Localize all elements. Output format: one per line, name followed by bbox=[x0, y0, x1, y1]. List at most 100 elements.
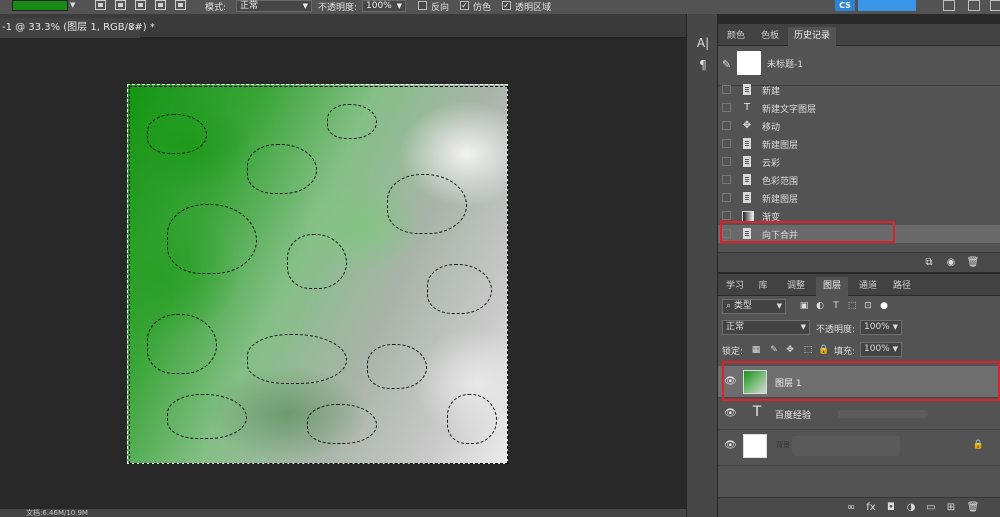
canvas-area[interactable] bbox=[0, 39, 686, 509]
layer-opacity-field[interactable]: 100% ▼ bbox=[860, 320, 902, 335]
shape-filter-icon[interactable]: ⬚ bbox=[846, 300, 858, 312]
history-item[interactable]: ✥ 移动 bbox=[718, 117, 1000, 135]
layer-filter-dropdown[interactable]: ⌕ 类型 ▼ bbox=[722, 299, 786, 314]
layer-blend-row: 正常 ▼ 不透明度: 100% ▼ bbox=[718, 318, 1000, 338]
workspace-dropdown-icon[interactable] bbox=[990, 0, 1000, 11]
pixel-filter-icon[interactable]: ▣ bbox=[798, 300, 810, 312]
gradient-reflected-icon[interactable] bbox=[155, 0, 166, 10]
layer-opacity-value: 100% bbox=[864, 322, 890, 332]
dither-checkbox[interactable]: ✓ bbox=[460, 1, 469, 10]
transparency-label: 透明区域 bbox=[515, 3, 552, 13]
cloud-badge[interactable]: CS bbox=[835, 0, 855, 11]
history-state-checkbox[interactable] bbox=[722, 139, 731, 148]
chevron-down-icon: ▼ bbox=[302, 2, 308, 10]
gradient-angle-icon[interactable] bbox=[135, 0, 146, 10]
tab-adjustments[interactable]: 调整 bbox=[780, 277, 812, 296]
eye-icon[interactable]: 👁 bbox=[724, 408, 737, 419]
history-state-checkbox[interactable] bbox=[722, 85, 731, 94]
trash-icon[interactable]: 🗑 bbox=[966, 256, 980, 270]
reverse-checkbox[interactable] bbox=[418, 1, 427, 10]
history-state-checkbox[interactable] bbox=[722, 103, 731, 112]
tab-swatches[interactable]: 色板 bbox=[754, 27, 786, 46]
history-item[interactable]: 云彩 bbox=[718, 153, 1000, 171]
filter-toggle-icon[interactable]: ● bbox=[878, 300, 890, 312]
foreground-color-swatch[interactable] bbox=[12, 0, 68, 11]
new-document-from-state-icon[interactable]: ⧉ bbox=[922, 256, 936, 270]
smart-object-filter-icon[interactable]: ⊡ bbox=[862, 300, 874, 312]
history-brush-icon[interactable]: ✎ bbox=[722, 58, 731, 71]
lock-image-pixels-icon[interactable]: ✎ bbox=[768, 344, 780, 356]
gradient-linear-icon[interactable] bbox=[95, 0, 106, 10]
opacity-label: 不透明度: bbox=[318, 3, 358, 13]
fill-field[interactable]: 100% ▼ bbox=[860, 342, 902, 357]
link-layers-icon[interactable]: ∞ bbox=[844, 501, 858, 515]
new-group-icon[interactable]: ▭ bbox=[924, 501, 938, 515]
highlight-box bbox=[720, 221, 895, 243]
lock-all-icon[interactable]: 🔒 bbox=[818, 344, 830, 356]
gradient-diamond-icon[interactable] bbox=[175, 0, 186, 10]
history-snapshot[interactable]: ✎ 未标题-1 bbox=[718, 46, 1000, 86]
history-item[interactable]: T 新建文字图层 bbox=[718, 99, 1000, 117]
search-icon[interactable] bbox=[943, 0, 955, 11]
history-item[interactable]: 新建图层 bbox=[718, 135, 1000, 153]
status-bar: 文档:6.46M/10.9M bbox=[0, 509, 686, 517]
layers-panel-footer: ∞ fx ◘ ◑ ▭ ⊞ 🗑 bbox=[718, 497, 1000, 517]
layers-panel: 学习 库 调整 图层 通道 路径 ⌕ 类型 ▼ ▣ ◐ T ⬚ ⊡ ● 正常 ▼… bbox=[718, 274, 1000, 517]
layer-name[interactable]: 背景 bbox=[776, 440, 790, 450]
document-tab[interactable]: -1 @ 33.3% (图层 1, RGB/8#) * × bbox=[0, 18, 155, 38]
tab-learn[interactable]: 学习 bbox=[720, 277, 750, 296]
mode-dropdown[interactable]: 正常 ▼ bbox=[236, 0, 312, 12]
tab-libraries[interactable]: 库 bbox=[752, 277, 774, 296]
layer-row[interactable]: 👁 背景 🔒 bbox=[718, 430, 1000, 466]
history-item[interactable]: 新建 bbox=[718, 81, 1000, 99]
lock-artboard-icon[interactable]: ⬚ bbox=[802, 344, 814, 356]
transparency-checkbox[interactable]: ✓ bbox=[502, 1, 511, 10]
fx-icon[interactable]: fx bbox=[864, 501, 878, 515]
tab-paths[interactable]: 路径 bbox=[886, 277, 918, 296]
type-filter-icon[interactable]: T bbox=[830, 300, 842, 312]
opacity-field[interactable]: 100% ▼ bbox=[362, 0, 406, 12]
layer-row[interactable]: 👁 T 百度经验 bbox=[718, 398, 1000, 430]
adjustment-filter-icon[interactable]: ◐ bbox=[814, 300, 826, 312]
history-state-checkbox[interactable] bbox=[722, 175, 731, 184]
eye-icon[interactable]: 👁 bbox=[724, 440, 737, 451]
swatch-dropdown-icon[interactable]: ▼ bbox=[70, 1, 79, 10]
history-state-checkbox[interactable] bbox=[722, 193, 731, 202]
adjustment-layer-icon[interactable]: ◑ bbox=[904, 501, 918, 515]
tab-color[interactable]: 颜色 bbox=[720, 27, 752, 46]
close-icon[interactable]: × bbox=[128, 18, 136, 38]
new-layer-icon[interactable]: ⊞ bbox=[944, 501, 958, 515]
tab-channels[interactable]: 通道 bbox=[852, 277, 884, 296]
lock-transparent-pixels-icon[interactable]: ▦ bbox=[750, 344, 762, 356]
layer-name[interactable]: 百度经验 bbox=[775, 408, 811, 421]
snapshot-thumbnail bbox=[737, 51, 761, 75]
tab-history[interactable]: 历史记录 bbox=[788, 27, 836, 46]
add-mask-icon[interactable]: ◘ bbox=[884, 501, 898, 515]
history-state-checkbox[interactable] bbox=[722, 211, 731, 220]
history-item-label: 云彩 bbox=[762, 159, 781, 169]
blend-mode-dropdown[interactable]: 正常 ▼ bbox=[722, 320, 810, 335]
trash-icon[interactable]: 🗑 bbox=[966, 501, 980, 515]
paragraph-panel-icon[interactable]: ¶ bbox=[696, 58, 710, 72]
blurred-area bbox=[838, 410, 928, 418]
opacity-value: 100% bbox=[366, 1, 392, 11]
doc-icon bbox=[740, 191, 754, 205]
history-state-checkbox[interactable] bbox=[722, 121, 731, 130]
history-item[interactable]: 色彩范围 bbox=[718, 171, 1000, 189]
workspace-icon[interactable] bbox=[968, 0, 980, 11]
layer-lock-row: 锁定: ▦ ✎ ✥ ⬚ 🔒 填充: 100% ▼ bbox=[718, 340, 1000, 360]
document-size-text: 文档:6.46M/10.9M bbox=[26, 509, 88, 517]
history-item[interactable]: 新建图层 bbox=[718, 189, 1000, 207]
tab-layers[interactable]: 图层 bbox=[816, 277, 848, 296]
character-panel-icon[interactable]: A| bbox=[696, 36, 710, 50]
history-item-label: 新建 bbox=[762, 87, 781, 97]
gradient-radial-icon[interactable] bbox=[115, 0, 126, 10]
artwork-image[interactable] bbox=[127, 84, 508, 464]
cloud-button[interactable] bbox=[858, 0, 916, 11]
camera-icon[interactable]: ◉ bbox=[944, 256, 958, 270]
selection-marquee-border bbox=[127, 84, 508, 464]
history-item-label: 新建图层 bbox=[762, 195, 799, 205]
chevron-down-icon: ▼ bbox=[396, 2, 402, 10]
lock-position-icon[interactable]: ✥ bbox=[784, 344, 796, 356]
history-state-checkbox[interactable] bbox=[722, 157, 731, 166]
